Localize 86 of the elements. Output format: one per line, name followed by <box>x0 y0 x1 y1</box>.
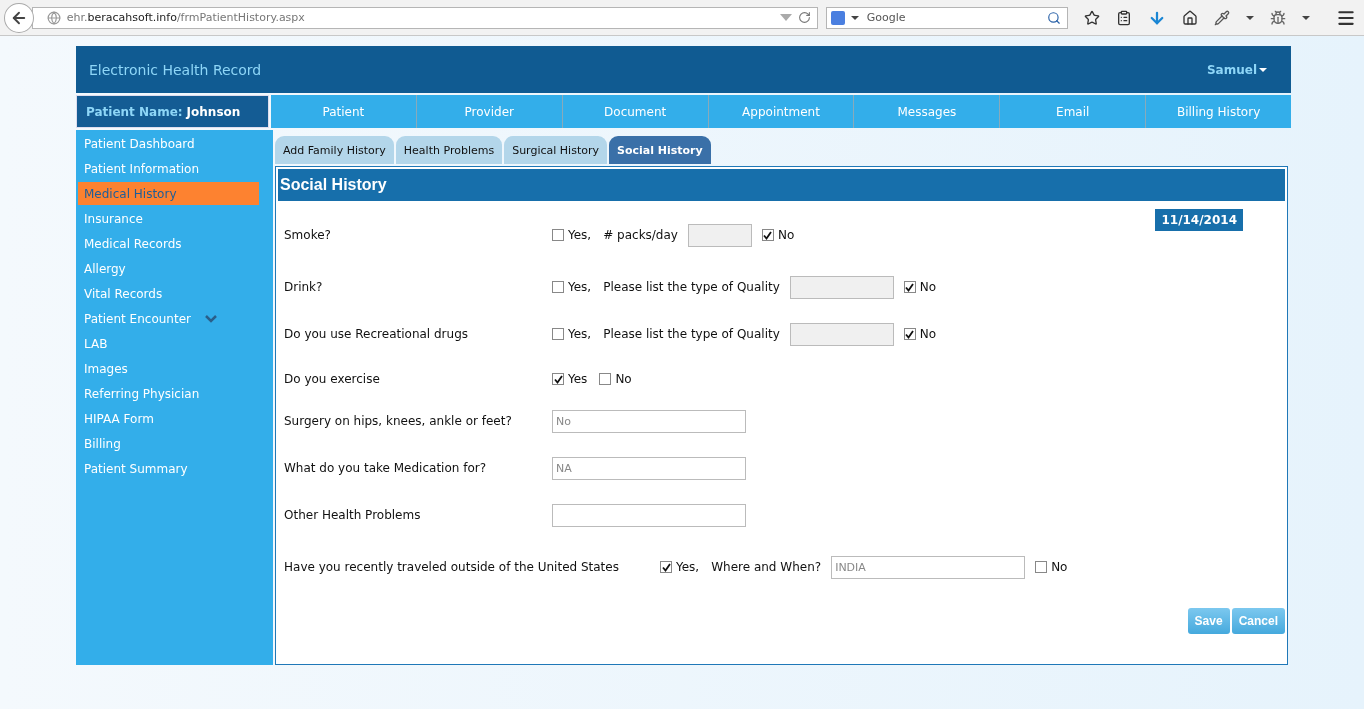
sidebar-item[interactable]: Vital Records <box>78 282 259 305</box>
question-label: What do you take Medication for? <box>284 461 488 475</box>
checkbox[interactable] <box>903 328 916 340</box>
input-field[interactable]: INDIA <box>831 555 1026 579</box>
checkbox-label: Yes, <box>568 228 592 242</box>
sidebar-item[interactable]: LAB <box>78 332 259 355</box>
checkbox-label: No <box>919 280 937 294</box>
dropdown-icon[interactable] <box>1246 15 1254 20</box>
sidebar-item[interactable]: Images <box>78 357 259 380</box>
url-text: ehr.beracahsoft.info/frmPatientHistory.aspx <box>66 11 306 24</box>
sub-tab[interactable]: Health Problems <box>395 136 503 164</box>
nav-tab[interactable]: Messages <box>853 95 1000 128</box>
checkbox-label: No <box>615 372 632 386</box>
bookmark-star-icon[interactable] <box>1084 9 1100 26</box>
checkbox-label: No <box>1051 560 1068 574</box>
eyedropper-icon[interactable] <box>1214 9 1230 26</box>
field-label: Please list the type of Quality <box>603 327 780 341</box>
nav-tab[interactable]: Billing History <box>1145 95 1291 128</box>
input-field[interactable]: NA <box>552 456 746 480</box>
sidebar-item[interactable]: Patient Dashboard <box>78 132 259 155</box>
back-button[interactable] <box>4 2 34 33</box>
sidebar-item[interactable]: Patient Encounter <box>78 307 259 330</box>
sidebar-item[interactable]: Medical Records <box>78 232 259 255</box>
patient-name-label: Patient Name: <box>86 104 183 119</box>
question-label: Have you recently traveled outside of the United States <box>284 560 620 574</box>
checkbox[interactable] <box>552 229 564 241</box>
sidebar-item[interactable]: Referring Physician <box>78 382 259 405</box>
checkbox[interactable] <box>552 281 564 293</box>
home-icon[interactable] <box>1182 9 1198 26</box>
nav-tab[interactable]: Document <box>561 95 708 128</box>
nav-tab[interactable]: Provider <box>415 95 562 128</box>
sidebar-item[interactable]: HIPAA Form <box>78 407 259 430</box>
checkbox[interactable] <box>660 561 672 573</box>
sidebar-item[interactable]: Medical History <box>78 182 259 205</box>
field-label: Please list the type of Quality <box>603 280 780 294</box>
sidebar-item[interactable]: Insurance <box>78 207 259 230</box>
globe-icon <box>46 10 61 25</box>
sub-tab[interactable]: Social History <box>608 136 711 164</box>
date-tag: 11/14/2014 <box>1155 209 1243 231</box>
checkbox-label: Yes, <box>568 327 592 341</box>
search-engine-icon[interactable] <box>830 10 845 25</box>
checkbox[interactable] <box>761 229 774 241</box>
checkbox-label: Yes, <box>676 560 700 574</box>
chevron-down-icon <box>204 314 217 323</box>
sidebar-item[interactable]: Billing <box>78 432 259 455</box>
reload-icon[interactable] <box>797 11 811 24</box>
field-label: # packs/day <box>603 228 678 242</box>
checkbox[interactable] <box>552 373 564 385</box>
question-label: Surgery on hips, knees, ankle or feet? <box>284 414 513 428</box>
question-label: Do you exercise <box>284 372 381 386</box>
checkbox[interactable] <box>903 281 916 293</box>
panel-title: Social History <box>278 169 1285 201</box>
checkbox[interactable] <box>552 328 564 340</box>
user-menu[interactable]: Samuel <box>1206 62 1267 77</box>
input-field[interactable] <box>552 503 746 527</box>
field-label: Where and When? <box>711 560 822 574</box>
input-field[interactable]: No <box>552 409 746 433</box>
clipboard-icon[interactable] <box>1116 9 1132 26</box>
question-label: Drink? <box>284 280 324 294</box>
nav-tab[interactable]: Email <box>999 95 1146 128</box>
checkbox-label: Yes, <box>568 280 592 294</box>
sub-tab[interactable]: Add Family History <box>275 136 394 164</box>
search-bar[interactable]: Google <box>825 6 1068 29</box>
dropdown-icon[interactable] <box>1302 15 1310 20</box>
nav-tab[interactable]: Appointment <box>707 95 854 128</box>
form-button[interactable]: Save <box>1187 608 1230 634</box>
checkbox-label: No <box>777 228 795 242</box>
bug-icon[interactable] <box>1270 9 1286 26</box>
dropdown-icon[interactable] <box>850 15 859 20</box>
checkbox-label: No <box>919 327 937 341</box>
question-label: Do you use Recreational drugs <box>284 327 469 341</box>
question-label: Smoke? <box>284 228 332 242</box>
app-title: Electronic Health Record <box>89 61 262 78</box>
checkbox[interactable] <box>1035 561 1048 573</box>
patient-name: Johnson <box>186 104 241 119</box>
address-bar[interactable]: ehr.beracahsoft.info/frmPatientHistory.aspx <box>31 6 818 29</box>
checkbox-label: Yes <box>568 372 588 386</box>
search-icon[interactable] <box>1047 10 1061 25</box>
sidebar-item[interactable]: Patient Summary <box>78 457 259 480</box>
sidebar-item[interactable]: Patient Information <box>78 157 259 180</box>
sidebar-item[interactable]: Allergy <box>78 257 259 280</box>
checkbox[interactable] <box>599 373 612 385</box>
form-button[interactable]: Cancel <box>1231 608 1285 634</box>
sub-tab[interactable]: Surgical History <box>504 136 607 164</box>
nav-tab[interactable]: Patient <box>271 95 416 128</box>
question-label: Other Health Problems <box>284 508 422 522</box>
